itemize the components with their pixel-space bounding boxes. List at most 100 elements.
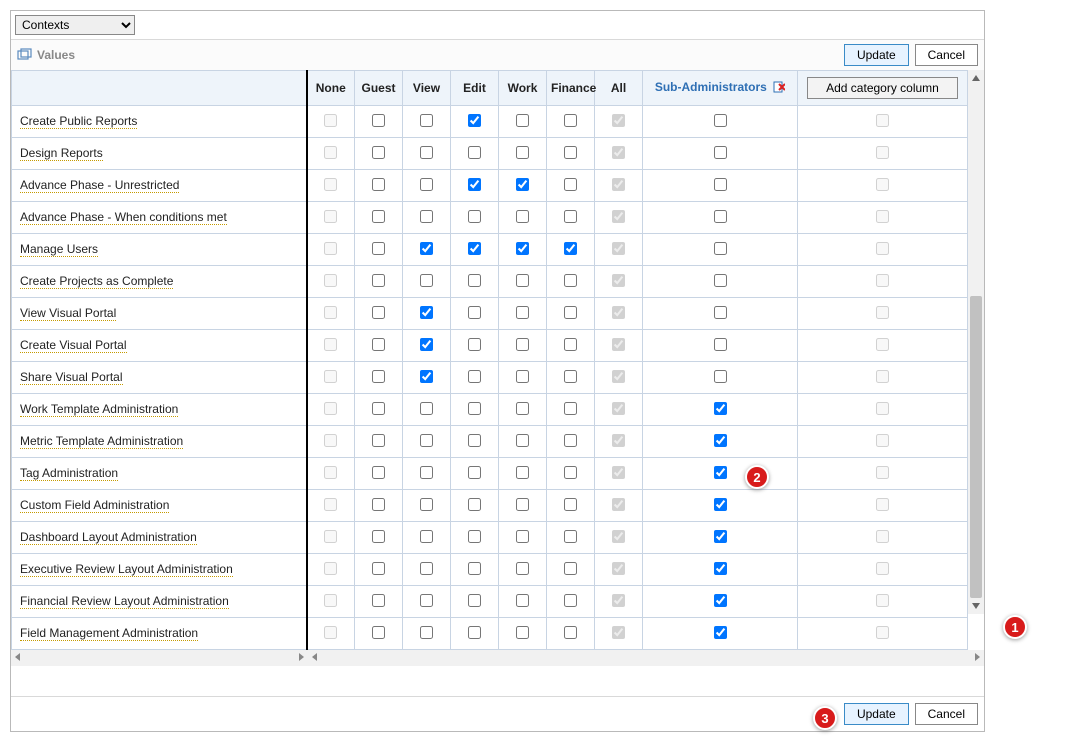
col-sub-administrators[interactable]: Sub-Administrators [643, 71, 798, 106]
checkbox-work[interactable] [516, 178, 529, 191]
checkbox-edit[interactable] [468, 178, 481, 191]
checkbox-work[interactable] [516, 498, 529, 511]
checkbox-sub[interactable] [714, 562, 727, 575]
checkbox-edit[interactable] [468, 370, 481, 383]
checkbox-view[interactable] [420, 178, 433, 191]
checkbox-sub[interactable] [714, 242, 727, 255]
checkbox-edit[interactable] [468, 626, 481, 639]
checkbox-edit[interactable] [468, 146, 481, 159]
checkbox-finance[interactable] [564, 434, 577, 447]
checkbox-edit[interactable] [468, 402, 481, 415]
checkbox-edit[interactable] [468, 498, 481, 511]
checkbox-work[interactable] [516, 594, 529, 607]
checkbox-view[interactable] [420, 370, 433, 383]
checkbox-view[interactable] [420, 114, 433, 127]
checkbox-finance[interactable] [564, 338, 577, 351]
hscroll-right-icon[interactable] [296, 651, 306, 665]
checkbox-work[interactable] [516, 274, 529, 287]
checkbox-edit[interactable] [468, 562, 481, 575]
checkbox-sub[interactable] [714, 434, 727, 447]
checkbox-guest[interactable] [372, 562, 385, 575]
checkbox-view[interactable] [420, 530, 433, 543]
cancel-button-top[interactable]: Cancel [915, 44, 978, 66]
checkbox-sub[interactable] [714, 626, 727, 639]
checkbox-work[interactable] [516, 242, 529, 255]
checkbox-finance[interactable] [564, 402, 577, 415]
checkbox-guest[interactable] [372, 626, 385, 639]
checkbox-guest[interactable] [372, 338, 385, 351]
checkbox-work[interactable] [516, 402, 529, 415]
checkbox-finance[interactable] [564, 626, 577, 639]
scroll-up-icon[interactable] [968, 70, 984, 86]
context-dropdown[interactable]: Contexts [15, 15, 135, 35]
checkbox-guest[interactable] [372, 210, 385, 223]
checkbox-view[interactable] [420, 402, 433, 415]
checkbox-guest[interactable] [372, 274, 385, 287]
checkbox-view[interactable] [420, 306, 433, 319]
hscroll-left-icon[interactable] [13, 651, 23, 665]
checkbox-view[interactable] [420, 626, 433, 639]
checkbox-finance[interactable] [564, 242, 577, 255]
checkbox-sub[interactable] [714, 370, 727, 383]
add-category-column-button[interactable]: Add category column [807, 77, 958, 99]
checkbox-finance[interactable] [564, 210, 577, 223]
checkbox-guest[interactable] [372, 114, 385, 127]
checkbox-sub[interactable] [714, 210, 727, 223]
checkbox-work[interactable] [516, 210, 529, 223]
checkbox-work[interactable] [516, 466, 529, 479]
checkbox-guest[interactable] [372, 530, 385, 543]
checkbox-edit[interactable] [468, 114, 481, 127]
checkbox-edit[interactable] [468, 466, 481, 479]
col-finance[interactable]: Finance [547, 71, 595, 106]
checkbox-sub[interactable] [714, 306, 727, 319]
checkbox-view[interactable] [420, 146, 433, 159]
checkbox-finance[interactable] [564, 114, 577, 127]
checkbox-view[interactable] [420, 242, 433, 255]
checkbox-edit[interactable] [468, 274, 481, 287]
checkbox-finance[interactable] [564, 530, 577, 543]
checkbox-work[interactable] [516, 562, 529, 575]
checkbox-guest[interactable] [372, 178, 385, 191]
checkbox-work[interactable] [516, 146, 529, 159]
checkbox-edit[interactable] [468, 306, 481, 319]
delete-column-icon[interactable] [773, 82, 785, 96]
checkbox-finance[interactable] [564, 306, 577, 319]
checkbox-finance[interactable] [564, 370, 577, 383]
checkbox-guest[interactable] [372, 146, 385, 159]
col-all[interactable]: All [595, 71, 643, 106]
checkbox-edit[interactable] [468, 594, 481, 607]
checkbox-view[interactable] [420, 562, 433, 575]
checkbox-sub[interactable] [714, 498, 727, 511]
horizontal-scrollbar[interactable] [11, 650, 984, 666]
checkbox-edit[interactable] [468, 434, 481, 447]
update-button-top[interactable]: Update [844, 44, 909, 66]
cancel-button-bottom[interactable]: Cancel [915, 703, 978, 725]
checkbox-edit[interactable] [468, 242, 481, 255]
checkbox-finance[interactable] [564, 274, 577, 287]
col-guest[interactable]: Guest [355, 71, 403, 106]
checkbox-guest[interactable] [372, 242, 385, 255]
col-view[interactable]: View [403, 71, 451, 106]
hscroll-left-icon-2[interactable] [310, 651, 320, 665]
hscroll-right-icon-2[interactable] [972, 651, 982, 665]
col-none[interactable]: None [307, 71, 355, 106]
checkbox-view[interactable] [420, 434, 433, 447]
checkbox-view[interactable] [420, 210, 433, 223]
checkbox-guest[interactable] [372, 466, 385, 479]
checkbox-sub[interactable] [714, 338, 727, 351]
checkbox-view[interactable] [420, 338, 433, 351]
checkbox-sub[interactable] [714, 114, 727, 127]
checkbox-work[interactable] [516, 338, 529, 351]
col-work[interactable]: Work [499, 71, 547, 106]
checkbox-finance[interactable] [564, 594, 577, 607]
checkbox-finance[interactable] [564, 498, 577, 511]
checkbox-view[interactable] [420, 274, 433, 287]
checkbox-guest[interactable] [372, 306, 385, 319]
checkbox-view[interactable] [420, 466, 433, 479]
checkbox-edit[interactable] [468, 338, 481, 351]
checkbox-sub[interactable] [714, 530, 727, 543]
scrollbar-thumb[interactable] [970, 296, 982, 598]
checkbox-finance[interactable] [564, 466, 577, 479]
checkbox-work[interactable] [516, 114, 529, 127]
checkbox-work[interactable] [516, 530, 529, 543]
